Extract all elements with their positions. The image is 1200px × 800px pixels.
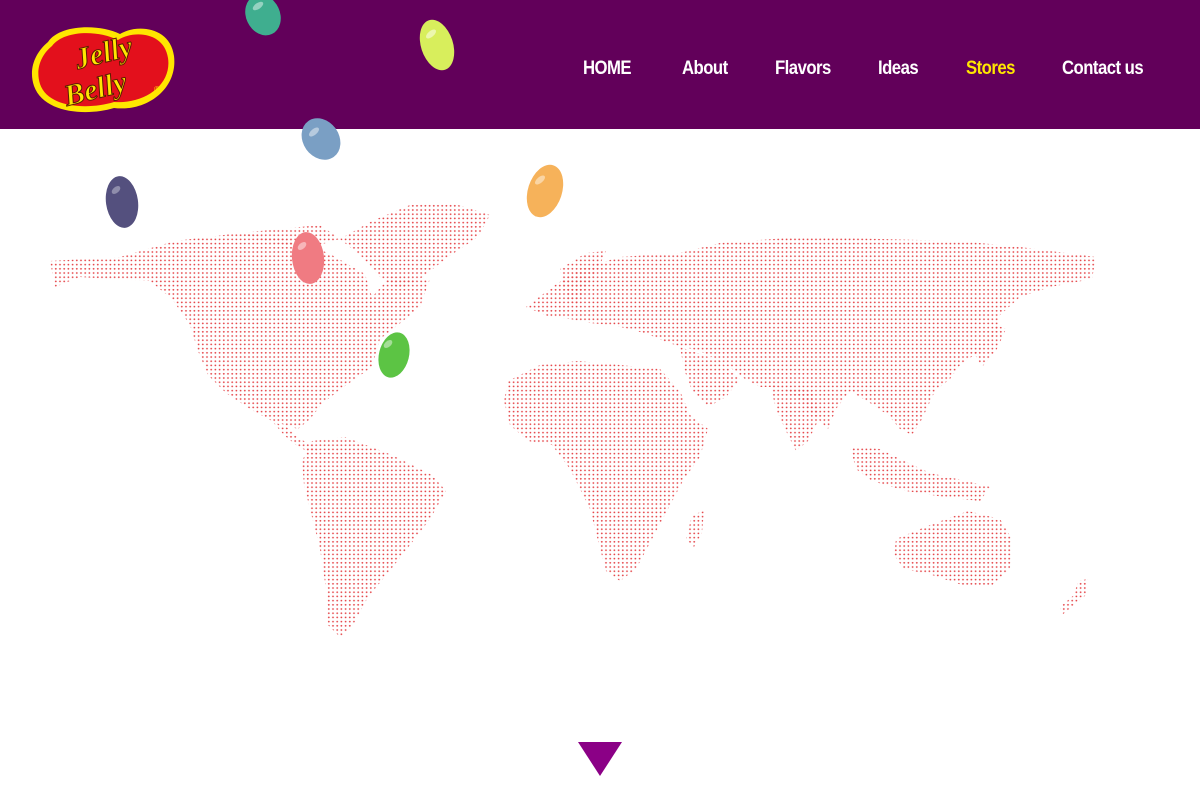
africa [504,361,708,581]
australia [894,511,1012,587]
main-nav: HOME About Flavors Ideas Stores Contact … [0,58,1200,88]
southeast-asia [850,447,990,501]
nav-about[interactable]: About [682,58,728,80]
nav-contact-us[interactable]: Contact us [1062,58,1144,80]
nav-flavors[interactable]: Flavors [775,58,831,80]
new-zealand [1060,579,1088,615]
madagascar [686,511,704,547]
purple-jelly-bean-icon [105,176,139,228]
site-header: Jelly Belly ® HOME About Flavors Ideas S… [0,0,1200,129]
green-jelly-bean-icon [378,332,410,378]
blue-jelly-bean-icon [301,118,341,160]
india [770,385,820,451]
continents [50,203,1096,637]
nav-home[interactable]: HOME [583,58,632,80]
south-america [302,437,446,637]
pink-jelly-bean-icon [291,232,325,284]
lime-jelly-bean-icon [419,19,455,71]
orange-jelly-bean-icon [526,164,564,218]
nav-stores[interactable]: Stores [966,58,1015,80]
dotted-world-map [50,203,1096,637]
nav-ideas[interactable]: Ideas [878,58,919,80]
teal-jelly-bean-icon [245,0,281,36]
triangle-down-icon[interactable] [576,740,624,778]
world-store-map [0,129,1200,689]
